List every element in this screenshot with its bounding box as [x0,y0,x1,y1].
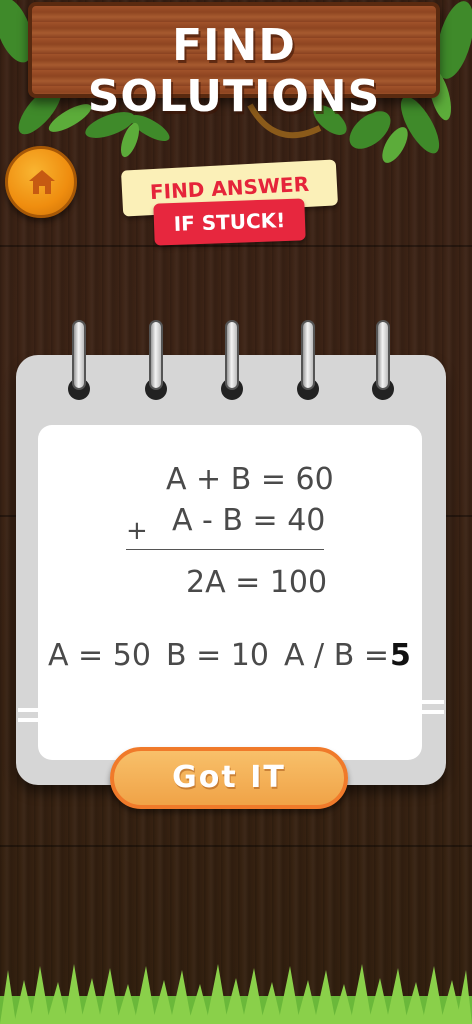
sum-line [126,549,324,550]
page-edge-stripe [18,718,40,722]
plank-seam [0,245,472,247]
page-edge-stripe [422,710,444,714]
page-edge-stripe [422,700,444,704]
page-title: FIND SOLUTIONS [87,20,381,122]
title-board: FIND SOLUTIONS [28,2,440,122]
binder-ring [301,320,315,390]
result-ratio-label: A / B = [284,638,389,673]
home-icon [29,170,55,194]
page-edge-stripe [18,708,40,712]
result-ratio-value: 5 [390,638,411,673]
result-b: B = 10 [166,638,269,673]
hint-text-line2: IF STUCK! [173,208,286,236]
got-it-label: Got IT [172,760,286,795]
stuck-badge: IF STUCK! [153,198,306,246]
got-it-button[interactable]: Got IT [110,747,348,809]
binder-ring [225,320,239,390]
operator-plus: + [126,516,148,546]
binder-ring [149,320,163,390]
equation-1: A + B = 60 [166,462,334,497]
binder-ring [376,320,390,390]
plank-seam [0,845,472,847]
result-a: A = 50 [48,638,151,673]
home-button[interactable] [5,146,77,218]
equation-2: A - B = 40 [172,503,326,538]
grass-decoration [0,964,472,1024]
equation-sum: 2A = 100 [186,565,328,600]
binder-ring [72,320,86,390]
